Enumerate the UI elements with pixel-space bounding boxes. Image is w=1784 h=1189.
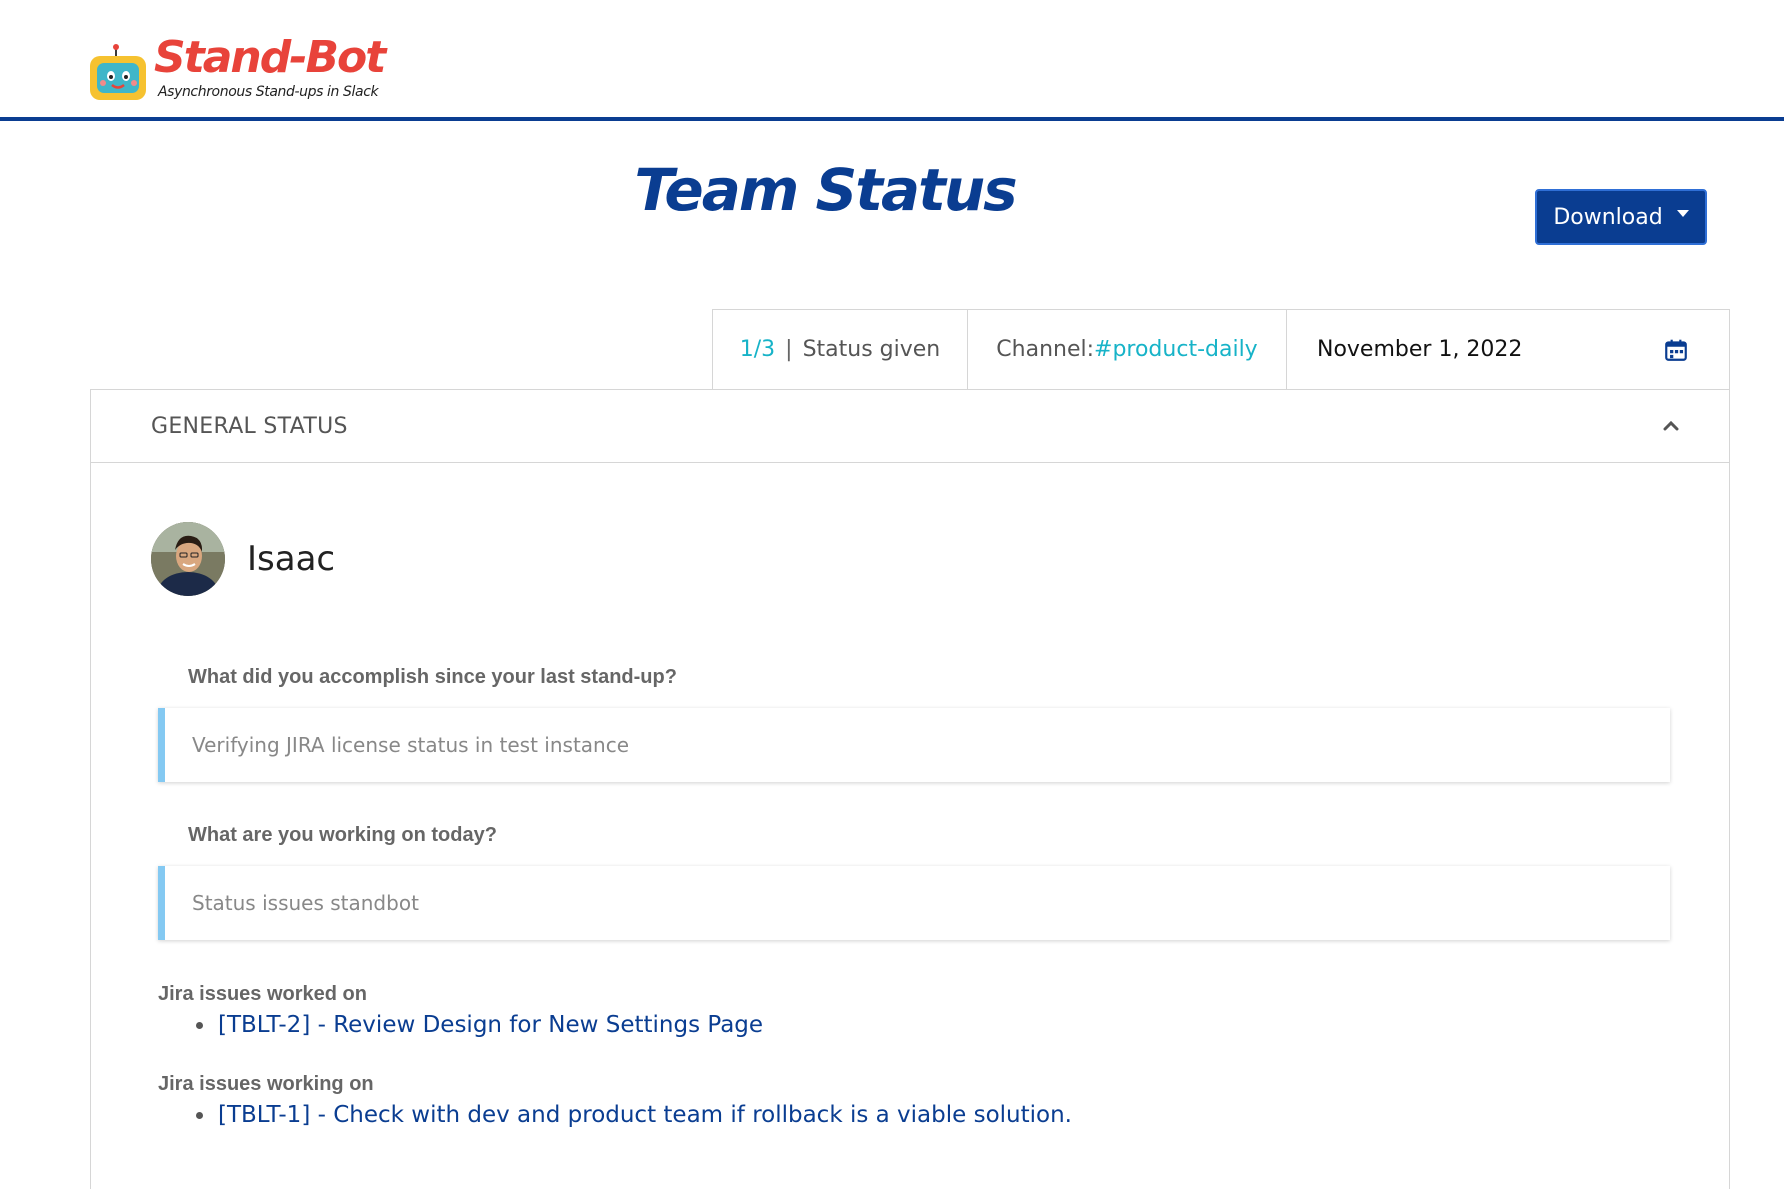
panel-header[interactable]: GENERAL STATUS bbox=[91, 390, 1729, 463]
download-button[interactable]: Download bbox=[1535, 189, 1707, 245]
channel-info: Channel: #product-daily bbox=[968, 310, 1287, 389]
given-count: 1/3 bbox=[739, 337, 776, 362]
avatar-image bbox=[151, 522, 225, 596]
jira-issue-text[interactable]: [TBLT-2] - Review Design for New Setting… bbox=[218, 1012, 763, 1038]
jira-issue-text[interactable]: [TBLT-1] - Check with dev and product te… bbox=[218, 1102, 1072, 1128]
download-button-label: Download bbox=[1553, 204, 1663, 230]
calendar-icon[interactable] bbox=[1663, 337, 1689, 363]
page-title: Team Status bbox=[634, 156, 1017, 224]
jira-issue-link[interactable]: [TBLT-2] - Review Design for New Setting… bbox=[196, 1012, 763, 1038]
answer-card: Verifying JIRA license status in test in… bbox=[158, 708, 1670, 782]
robot-logo-icon bbox=[90, 44, 146, 100]
logo-tagline: Asynchronous Stand-ups in Slack bbox=[158, 84, 379, 100]
chevron-up-icon[interactable] bbox=[1663, 420, 1679, 432]
date-picker[interactable]: November 1, 2022 bbox=[1287, 310, 1729, 389]
status-given-count: 1/3 | Status given bbox=[713, 310, 968, 389]
answer-card: Status issues standbot bbox=[158, 866, 1670, 940]
jira-issue-link[interactable]: [TBLT-1] - Check with dev and product te… bbox=[196, 1102, 1072, 1128]
standbot-logo[interactable]: Stand-Bot Asynchronous Stand-ups in Slac… bbox=[88, 32, 388, 104]
caret-down-icon bbox=[1676, 209, 1689, 217]
jira-working-on-label: Jira issues working on bbox=[158, 1073, 374, 1095]
status-summary-bar: 1/3 | Status given Channel: #product-dai… bbox=[712, 309, 1730, 389]
channel-label: Channel: bbox=[996, 337, 1095, 362]
user-header: Isaac bbox=[151, 522, 335, 596]
top-bar: Stand-Bot Asynchronous Stand-ups in Slac… bbox=[0, 0, 1784, 121]
avatar bbox=[151, 522, 225, 596]
question-label: What are you working on today? bbox=[188, 824, 497, 846]
logo-title: Stand-Bot bbox=[154, 32, 386, 83]
jira-worked-on-label: Jira issues worked on bbox=[158, 983, 367, 1005]
separator: | bbox=[785, 337, 793, 362]
bullet-icon bbox=[196, 1021, 203, 1029]
question-label: What did you accomplish since your last … bbox=[188, 666, 677, 688]
selected-date: November 1, 2022 bbox=[1317, 337, 1523, 362]
channel-link[interactable]: #product-daily bbox=[1094, 337, 1258, 362]
given-label: Status given bbox=[802, 337, 941, 362]
user-name: Isaac bbox=[247, 539, 336, 579]
general-status-panel: GENERAL STATUS Isaac What did you accomp… bbox=[90, 389, 1730, 1189]
bullet-icon bbox=[196, 1111, 203, 1119]
panel-title: GENERAL STATUS bbox=[151, 413, 348, 439]
